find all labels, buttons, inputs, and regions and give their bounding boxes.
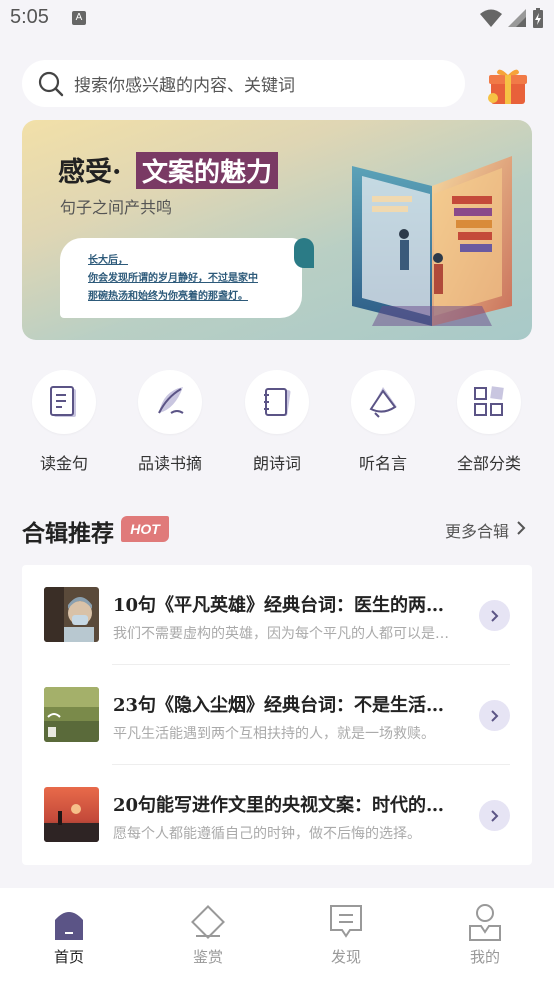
banner-title-highlight: 文案的魅力 [136, 152, 279, 189]
category-label: 读金句 [39, 454, 88, 473]
section-title: 合辑推荐 [22, 520, 114, 547]
list-item-description: 平凡生活能遇到两个互相扶持的人，就是一场救赎。 [113, 726, 435, 742]
list-item-description: 愿每个人都能遵循自己的时钟，做不后悔的选择。 [113, 826, 421, 842]
wifi-icon [480, 9, 502, 27]
category-book-excerpts[interactable]: 品读书摘 [125, 370, 215, 474]
tab-discover[interactable]: 发现 [306, 902, 386, 967]
chevron-right-icon [490, 709, 498, 722]
category-poetry[interactable]: 朗诗词 [232, 370, 322, 474]
bottom-tab-bar: 首页 鉴赏 发现 我的 [0, 888, 554, 984]
tab-label: 我的 [469, 948, 500, 966]
category-read-quotes[interactable]: 读金句 [19, 370, 109, 474]
diamond-icon [191, 905, 225, 939]
category-label: 全部分类 [456, 454, 521, 473]
tab-home[interactable]: 首页 [29, 902, 109, 967]
open-book-illustration [352, 156, 512, 326]
open-item-button[interactable] [479, 600, 510, 631]
notebook-icon [264, 387, 291, 417]
megaphone-icon [369, 387, 397, 418]
thumbnail-image [44, 787, 99, 842]
promo-banner[interactable]: 感受· 文案的魅力 句子之间产共鸣 长大后， 你会发现所谓的岁月静好，不过是家中… [22, 120, 532, 340]
category-icon-wrap [245, 370, 309, 434]
chevron-right-icon [490, 809, 498, 822]
category-icon-wrap [457, 370, 521, 434]
status-bar: 5:05 A [0, 0, 554, 40]
tab-profile[interactable]: 我的 [445, 902, 525, 967]
signal-icon [508, 9, 526, 27]
grid-icon [474, 386, 504, 416]
tab-label: 发现 [330, 948, 361, 966]
home-icon [55, 912, 83, 940]
category-all[interactable]: 全部分类 [444, 370, 534, 474]
list-item[interactable]: 10句《平凡英雄》经典台词：医生的两… 我们不需要虚构的英雄，因为每个平凡的人都… [22, 565, 532, 665]
banner-subtitle: 句子之间产共鸣 [60, 198, 173, 217]
status-time: 5:05 [10, 6, 49, 28]
list-item-title: 20句能写进作文里的央视文案：时代的… [113, 795, 445, 816]
collection-list: 10句《平凡英雄》经典台词：医生的两… 我们不需要虚构的英雄，因为每个平凡的人都… [22, 565, 532, 865]
list-item-description: 我们不需要虚构的英雄，因为每个平凡的人都可以是… [113, 626, 449, 642]
category-label: 听名言 [358, 454, 407, 473]
thumbnail-image [44, 587, 99, 642]
quote-tail-decoration [294, 238, 314, 268]
category-label: 品读书摘 [137, 454, 202, 473]
hot-badge: HOT [121, 516, 169, 542]
open-item-button[interactable] [479, 800, 510, 831]
battery-icon [533, 8, 543, 28]
list-item-title: 23句《隐入尘烟》经典台词：不是生活… [113, 695, 445, 716]
category-famous-sayings[interactable]: 听名言 [338, 370, 428, 474]
list-item[interactable]: 23句《隐入尘烟》经典台词：不是生活… 平凡生活能遇到两个互相扶持的人，就是一场… [22, 665, 532, 765]
banner-title-prefix: 感受· [58, 157, 122, 188]
category-icon-wrap [351, 370, 415, 434]
quote-line: 你会发现所谓的岁月静好，不过是家中 [88, 273, 258, 284]
more-collections-link[interactable]: 更多合辑 [445, 518, 509, 542]
status-indicators [480, 8, 544, 28]
tab-appreciate[interactable]: 鉴赏 [168, 902, 248, 967]
quote-line: 长大后， [88, 255, 128, 266]
open-item-button[interactable] [479, 700, 510, 731]
user-icon [469, 904, 501, 941]
thumbnail-image [44, 687, 99, 742]
document-icon [50, 386, 76, 417]
chevron-right-icon[interactable] [514, 519, 528, 537]
search-bar[interactable]: 搜索你感兴趣的内容、关键词 [22, 60, 465, 107]
quill-icon [158, 387, 184, 414]
category-icon-wrap [138, 370, 202, 434]
category-icon-wrap [32, 370, 96, 434]
quote-line: 那碗热汤和始终为你亮着的那盏灯。 [88, 291, 248, 302]
category-label: 朗诗词 [252, 454, 301, 473]
banner-quote-card: 长大后， 你会发现所谓的岁月静好，不过是家中 那碗热汤和始终为你亮着的那盏灯。 [60, 238, 302, 318]
message-icon [330, 905, 362, 938]
list-item[interactable]: 20句能写进作文里的央视文案：时代的… 愿每个人都能遵循自己的时钟，做不后悔的选… [22, 765, 532, 865]
tab-label: 鉴赏 [192, 948, 223, 966]
search-icon [38, 71, 64, 96]
gift-icon[interactable] [487, 66, 529, 106]
chevron-right-icon [490, 609, 498, 622]
search-placeholder: 搜索你感兴趣的内容、关键词 [74, 76, 295, 96]
tab-label: 首页 [53, 948, 84, 966]
notification-icon: A [72, 11, 86, 25]
list-item-title: 10句《平凡英雄》经典台词：医生的两… [113, 595, 445, 616]
